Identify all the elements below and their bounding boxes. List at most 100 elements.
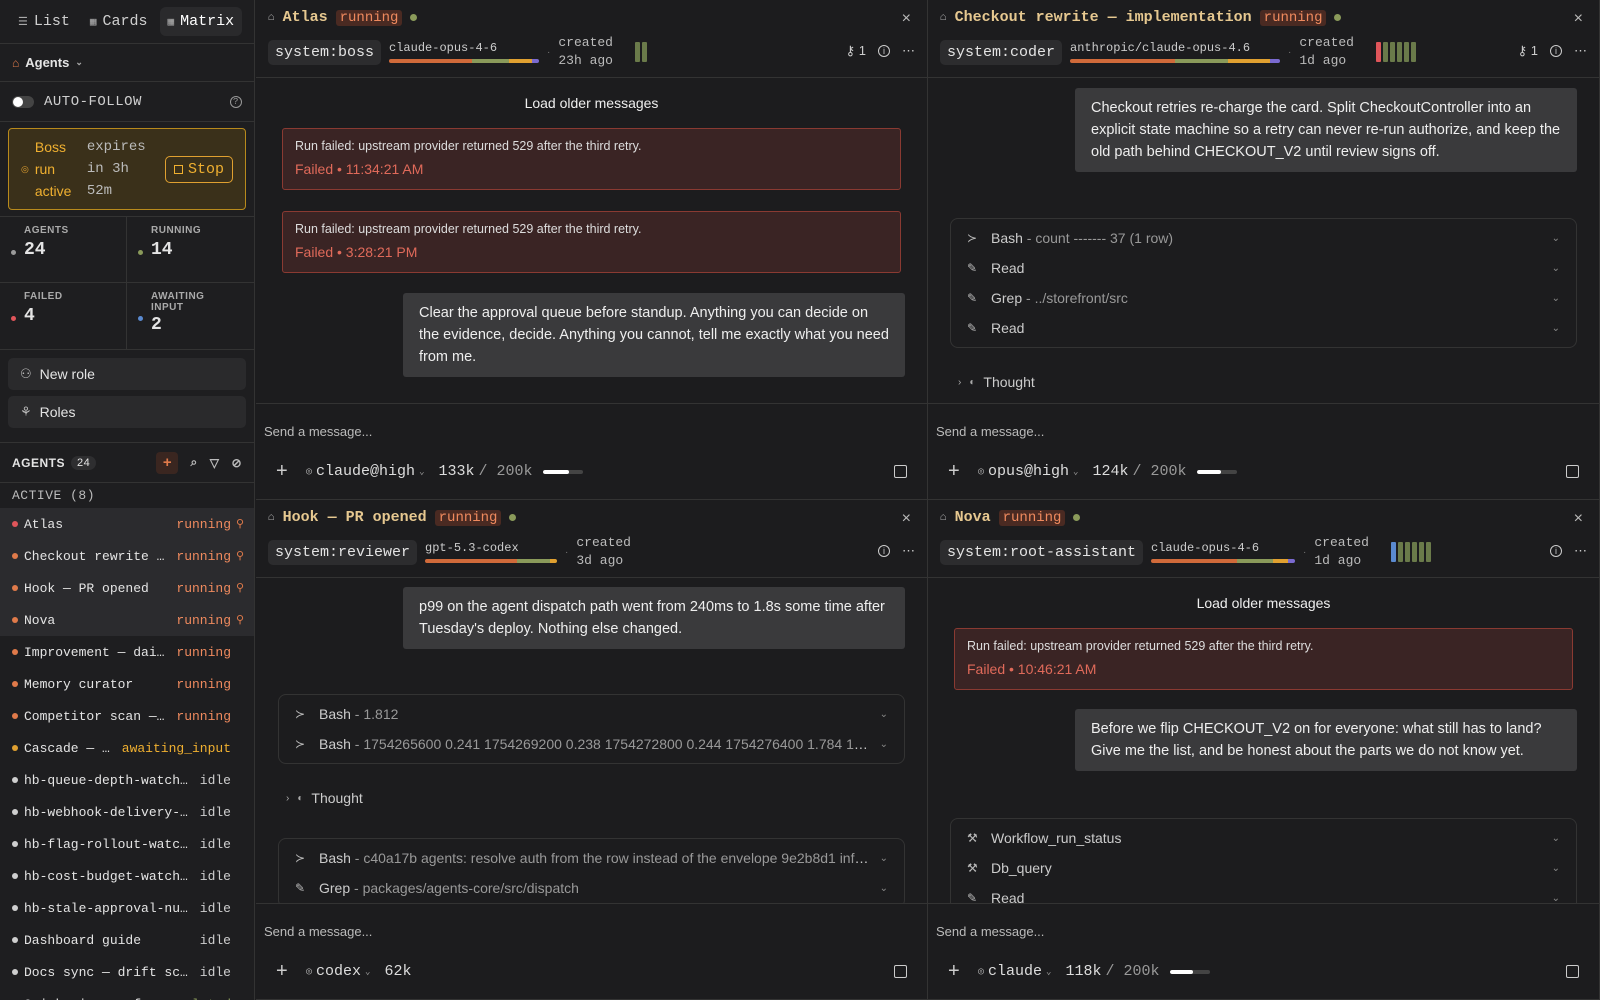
roles-button[interactable]: ⚘ Roles <box>8 396 246 428</box>
tool-call-row[interactable]: ✎ Grep - packages/agents-core/src/dispatc… <box>279 873 904 903</box>
close-icon[interactable]: × <box>902 510 911 528</box>
info-icon[interactable]: i <box>878 45 890 57</box>
message-input[interactable]: Send a message... <box>264 924 372 939</box>
edit-icon: ✎ <box>967 321 978 335</box>
clear-filter-icon[interactable]: ⊘ <box>231 456 242 470</box>
attach-button[interactable]: + <box>948 960 964 983</box>
load-older-button[interactable]: Load older messages <box>256 95 927 111</box>
message-input[interactable]: Send a message... <box>936 924 1044 939</box>
key-count[interactable]: ⚷ 1 <box>1518 43 1538 59</box>
agent-name: Improvement — daily review <box>24 644 169 660</box>
close-icon[interactable]: × <box>1574 10 1583 28</box>
attach-button[interactable]: + <box>276 960 292 983</box>
list-item[interactable]: hb-cost-budget-watch-13 idle <box>0 860 254 892</box>
boss-status-icon: ◎ <box>21 163 29 174</box>
status-badge: running <box>335 9 403 26</box>
live-dot <box>410 14 418 21</box>
search-icon[interactable]: ⌕ <box>190 455 197 470</box>
list-item[interactable]: hb-queue-depth-watch-38 idle <box>0 764 254 796</box>
list-item[interactable]: Checkout rewrite — implementation running… <box>0 540 254 572</box>
model-select[interactable]: ◎ claude ⌄ <box>978 963 1051 980</box>
tab-cards[interactable]: ▦ Cards <box>82 7 156 36</box>
stop-boss-button[interactable]: Stop <box>164 155 233 183</box>
more-icon[interactable]: ⋯ <box>902 43 915 59</box>
pin-icon[interactable]: ⚲ <box>236 517 244 531</box>
list-item[interactable]: Improvement — daily review running <box>0 636 254 668</box>
tool-call-row[interactable]: ✎ Read ⌄ <box>951 253 1576 283</box>
token-usage-bar <box>1196 469 1237 474</box>
list-item[interactable]: hb-stale-approval-nudge idle <box>0 892 254 924</box>
stop-button[interactable] <box>894 965 907 978</box>
model-select[interactable]: ◎ claude@high ⌄ <box>306 463 424 480</box>
status-dot <box>12 809 18 815</box>
help-icon[interactable]: ? <box>230 95 242 108</box>
hammer-icon: ⚒ <box>967 831 978 845</box>
stop-button[interactable] <box>1566 965 1579 978</box>
pane-header: ⌂ Atlas running × system:boss claude-opus-4-6… <box>256 0 927 78</box>
terminal-icon: ≻ <box>295 851 306 865</box>
info-icon[interactable]: i <box>878 545 890 557</box>
list-item[interactable]: Dashboard guide idle <box>0 924 254 956</box>
agents-dropdown[interactable]: ⌂ Agents ⌄ <box>0 44 254 82</box>
list-item[interactable]: hb-webhook-delivery-watch idle <box>0 796 254 828</box>
tool-call-row[interactable]: ✎ Grep - ../storefront/src ⌄ <box>951 283 1576 313</box>
tool-call-row[interactable]: ≻ Bash - 1.812 ⌄ <box>279 699 904 729</box>
tab-list[interactable]: ☰ List <box>10 7 78 36</box>
attach-button[interactable]: + <box>276 460 292 483</box>
created-ago: 3d ago <box>576 553 624 568</box>
model-select[interactable]: ◎ opus@high ⌄ <box>978 463 1078 480</box>
list-item[interactable]: Competitor scan — g… running <box>0 700 254 732</box>
key-count[interactable]: ⚷ 1 <box>846 43 866 59</box>
tool-call-row[interactable]: ⚒ Workflow_run_status ⌄ <box>951 823 1576 853</box>
error-time: Failed • 11:34:21 AM <box>295 161 424 177</box>
tab-matrix[interactable]: ▦ Matrix <box>159 7 243 36</box>
tool-call-row[interactable]: ✎ Read ⌄ <box>951 313 1576 343</box>
close-icon[interactable]: × <box>902 10 911 28</box>
pin-icon[interactable]: ⚲ <box>236 581 244 595</box>
list-item[interactable]: Memory curator running <box>0 668 254 700</box>
agent-name: Cascade — ch… <box>24 740 114 756</box>
tool-call-row[interactable]: ≻ Bash - 1754265600 0.241 1754269200 0.23… <box>279 729 904 759</box>
auto-follow-toggle[interactable] <box>12 95 34 108</box>
list-item[interactable]: Docs sync — drift scan idle <box>0 956 254 988</box>
list-item[interactable]: Hook — PR opened running ⚲ <box>0 572 254 604</box>
info-icon[interactable]: i <box>1550 545 1562 557</box>
close-icon[interactable]: × <box>1574 510 1583 528</box>
thought-icon: ◐ <box>969 376 976 388</box>
user-message: Before we flip CHECKOUT_V2 on for everyo… <box>1075 709 1577 771</box>
thought-toggle[interactable]: › ◐ Thought <box>958 374 1035 390</box>
pin-icon[interactable]: ⚲ <box>236 613 244 627</box>
pin-icon[interactable]: ⚲ <box>236 549 244 563</box>
tool-call-row[interactable]: ✎ Read ⌄ <box>951 883 1576 903</box>
add-agent-button[interactable]: + <box>156 451 179 474</box>
agent-title: Nova <box>954 509 991 526</box>
tool-call-row[interactable]: ≻ Bash - count ------- 37 (1 row) ⌄ <box>951 223 1576 253</box>
more-icon[interactable]: ⋯ <box>902 543 915 559</box>
more-icon[interactable]: ⋯ <box>1574 43 1587 59</box>
message-input[interactable]: Send a message... <box>264 424 372 439</box>
agent-status: running <box>176 580 231 596</box>
list-item[interactable]: Cascade — ch… awaiting_input <box>0 732 254 764</box>
filter-icon[interactable]: ▽ <box>210 456 220 470</box>
attach-button[interactable]: + <box>948 460 964 483</box>
tool-call-row[interactable]: ≻ Bash - c40a17b agents: resolve auth fro… <box>279 843 904 873</box>
more-icon[interactable]: ⋯ <box>1574 543 1587 559</box>
tool-call-row[interactable]: ⚒ Db_query ⌄ <box>951 853 1576 883</box>
load-older-button[interactable]: Load older messages <box>928 595 1599 611</box>
model-select[interactable]: ◎ codex ⌄ <box>306 963 370 980</box>
thought-toggle[interactable]: › ◐ Thought <box>286 790 363 806</box>
model-usage-bar <box>425 559 558 563</box>
stop-button[interactable] <box>1566 465 1579 478</box>
info-icon[interactable]: i <box>1550 45 1562 57</box>
list-item[interactable]: Atlas running ⚲ <box>0 508 254 540</box>
new-role-button[interactable]: ⚇ New role <box>8 358 246 390</box>
list-item[interactable]: Quick win — refac… completed <box>0 988 254 1000</box>
list-item[interactable]: hb-flag-rollout-watch-idle <box>0 828 254 860</box>
message-input[interactable]: Send a message... <box>936 424 1044 439</box>
stop-button[interactable] <box>894 465 907 478</box>
pane-header: ⌂ Checkout rewrite — implementation runnin… <box>928 0 1599 78</box>
robot-icon: ⌂ <box>12 55 20 70</box>
sidebar: ☰ List ▦ Cards ▦ Matrix ⌂ Agents ⌄ AUTO-FOL… <box>0 0 255 1000</box>
list-item[interactable]: Nova running ⚲ <box>0 604 254 636</box>
tool-calls: ≻ Bash - count ------- 37 (1 row) ⌄ ✎ Read ⌄ ✎… <box>950 218 1577 348</box>
